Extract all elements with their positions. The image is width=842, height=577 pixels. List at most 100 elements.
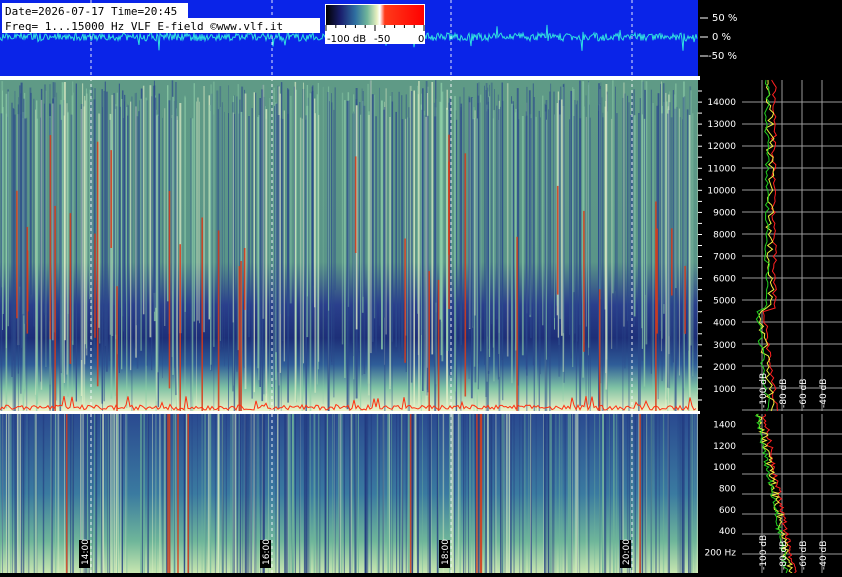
spectrogram-streak: [175, 82, 177, 396]
spectrogram-streak: [316, 94, 318, 385]
spectrogram-streak: [533, 97, 535, 413]
spectrogram-streak: [532, 83, 534, 366]
spectrogram-streak: [139, 100, 141, 353]
spectrogram-streak: [203, 86, 205, 333]
freq-tick-label-upper: 7000: [713, 253, 736, 263]
panel-divider: [0, 76, 700, 80]
spectrogram-streak: [111, 414, 113, 573]
spectrogram-streak: [22, 414, 25, 573]
spectrogram-streak: [23, 98, 25, 316]
spectrogram-streak: [219, 414, 220, 573]
spectrogram-streak: [56, 92, 58, 401]
spectrogram-streak: [463, 414, 464, 573]
spectrogram-streak: [538, 110, 540, 428]
spectrogram-streak: [389, 414, 391, 573]
spectrogram-streak: [61, 82, 64, 400]
spectrogram-streak: [251, 108, 253, 399]
sferic-streak: [656, 228, 658, 334]
sferic-streak: [556, 185, 559, 295]
spectrogram-streak: [308, 414, 310, 573]
spectrogram-streak: [501, 414, 504, 573]
spectrogram-streak: [579, 80, 581, 325]
spectrogram-streak: [10, 414, 12, 573]
spectrogram-streak: [117, 414, 118, 573]
spectrogram-streak: [140, 414, 142, 573]
sferic-streak: [177, 414, 179, 573]
spectrogram-streak: [489, 96, 491, 358]
spectrogram-streak: [413, 90, 415, 415]
spectrogram-streak: [222, 414, 223, 573]
spectrogram-streak: [417, 414, 419, 573]
spectrogram-streak: [280, 118, 282, 435]
spectrogram-streak: [70, 414, 72, 573]
spectrogram-streak: [197, 414, 198, 573]
spectrogram-streak: [513, 414, 515, 573]
spectrogram-streak: [602, 117, 604, 414]
spectrogram-streak: [690, 90, 692, 346]
spectrogram-streak: [238, 414, 240, 573]
spectrogram-streak: [80, 104, 83, 360]
spectrogram-streak: [159, 414, 161, 573]
spectrogram-streak: [103, 90, 105, 402]
db-label: -40 dB: [819, 541, 829, 570]
spectrogram-streak: [105, 91, 108, 372]
db-label-group: -40 dB: [819, 541, 829, 570]
freq-tick-label-lower: 1200: [713, 442, 736, 452]
spectrogram-streak: [500, 414, 501, 573]
sferic-streak: [69, 213, 72, 364]
spectrogram-streak: [599, 414, 601, 573]
spectrogram-streak: [33, 98, 35, 327]
spectrogram-streak: [519, 414, 521, 573]
spectrogram-streak: [407, 117, 409, 445]
spectrogram-streak: [134, 93, 136, 349]
spectrogram-streak: [262, 84, 265, 319]
spectrogram-streak: [585, 414, 587, 573]
db-label-group: -80 dB: [779, 379, 789, 408]
spectrogram-streak: [324, 414, 327, 573]
db-label-group: -100 dB: [759, 373, 769, 408]
spectrogram-streak: [544, 103, 546, 430]
spectrogram-streak: [172, 414, 174, 573]
spectrogram-streak: [305, 414, 307, 573]
spectrogram-streak: [457, 414, 460, 573]
spectrogram-streak: [232, 414, 235, 573]
spectrogram-streak: [328, 414, 329, 573]
spectrogram-streak: [306, 105, 309, 338]
spectrogram-streak: [479, 102, 481, 319]
spectrogram-streak: [333, 109, 335, 398]
spectrogram-streak: [385, 88, 387, 335]
spectrogram-streak: [468, 414, 469, 573]
sferic-streak: [168, 414, 171, 573]
spectrogram-streak: [225, 414, 227, 573]
spectrogram-streak: [523, 414, 526, 573]
spectrogram-streak: [237, 84, 239, 351]
spectrogram-streak: [650, 89, 652, 374]
spectrogram-streak: [642, 414, 644, 573]
time-label-group: 20:00: [620, 539, 632, 568]
spectrogram-streak: [652, 103, 654, 394]
spectrogram-streak: [414, 414, 417, 573]
spectrogram-streak: [253, 92, 255, 393]
spectrogram-streak: [668, 414, 670, 573]
spectrogram-streak: [405, 94, 407, 373]
spectrogram-streak: [468, 97, 471, 329]
spectrogram-streak: [612, 80, 614, 294]
spectrogram-streak: [391, 414, 393, 573]
spectrogram-streak: [236, 414, 239, 573]
spectrogram-streak: [427, 414, 429, 573]
spectrogram-streak: [663, 83, 665, 305]
spectrogram-streak: [553, 91, 555, 318]
spectrogram-streak: [340, 414, 343, 573]
spectrogram-streak: [570, 90, 573, 359]
spectrogram-streak: [665, 92, 667, 416]
spectrogram-streak: [89, 89, 91, 300]
spectrogram-streak: [40, 99, 43, 390]
spectrogram-streak: [85, 88, 87, 349]
spectrogram-streak: [555, 414, 557, 573]
spectrogram-streak: [14, 414, 16, 573]
spectrogram-streak: [199, 101, 200, 324]
spectrogram-streak: [525, 111, 527, 370]
spectrogram-streak: [398, 91, 400, 358]
sferic-streak: [464, 153, 467, 397]
spectrogram-streak: [421, 109, 424, 335]
